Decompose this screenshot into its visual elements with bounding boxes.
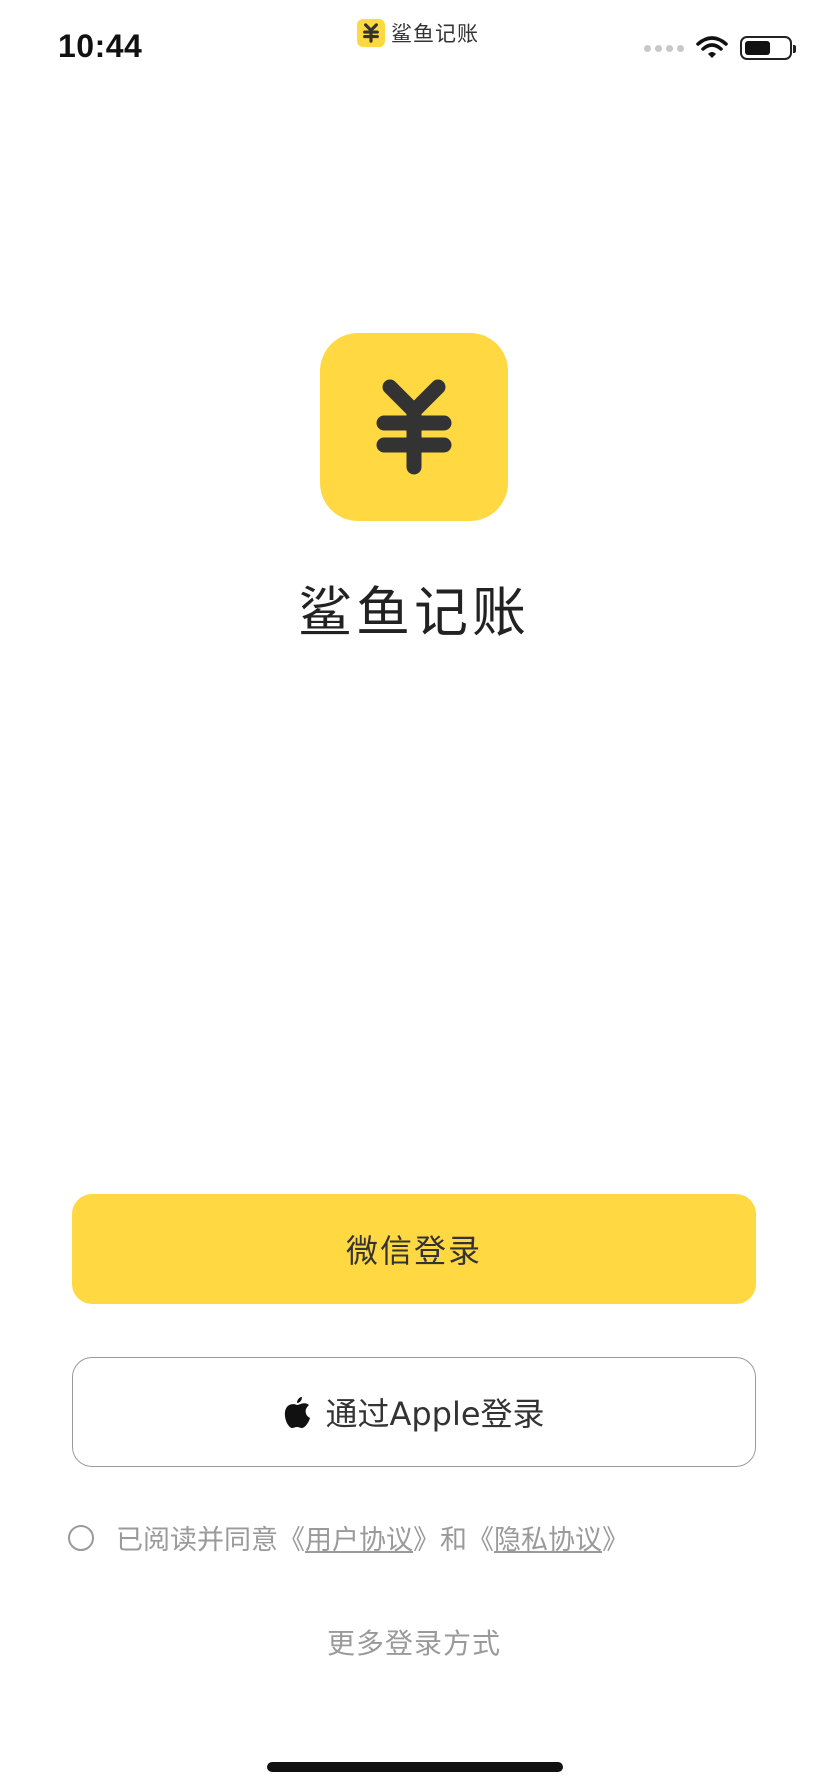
agreement-row: 已阅读并同意《 用户协议 》和《 隐私协议 》: [68, 1518, 629, 1557]
status-indicators: [644, 36, 796, 60]
status-app-name: 鲨鱼记账: [391, 22, 479, 46]
apple-login-button[interactable]: 通过Apple登录: [72, 1357, 756, 1467]
app-logo: [320, 333, 508, 521]
mini-yuan-icon: [357, 19, 385, 47]
home-indicator[interactable]: [267, 1762, 563, 1772]
battery-icon: [740, 36, 796, 60]
signal-icon: [644, 44, 684, 52]
agreement-prefix: 已阅读并同意《: [116, 1525, 305, 1556]
wechat-login-button[interactable]: 微信登录: [72, 1194, 756, 1304]
user-agreement-link[interactable]: 用户协议: [305, 1518, 413, 1557]
agree-checkbox[interactable]: [68, 1524, 94, 1551]
app-name: 鲨鱼记账: [298, 581, 530, 644]
apple-icon: [283, 1395, 313, 1429]
more-login-options-link[interactable]: 更多登录方式: [0, 1622, 828, 1662]
wifi-icon: [696, 36, 728, 58]
status-time: 10:44: [58, 28, 143, 64]
privacy-agreement-link[interactable]: 隐私协议: [494, 1518, 602, 1557]
apple-login-label: 通过Apple登录: [325, 1395, 545, 1433]
status-app-indicator: 鲨鱼记账: [357, 18, 479, 48]
agreement-suffix: 》: [602, 1525, 629, 1556]
agreement-middle: 》和《: [413, 1525, 494, 1556]
yuan-icon: [376, 379, 452, 475]
